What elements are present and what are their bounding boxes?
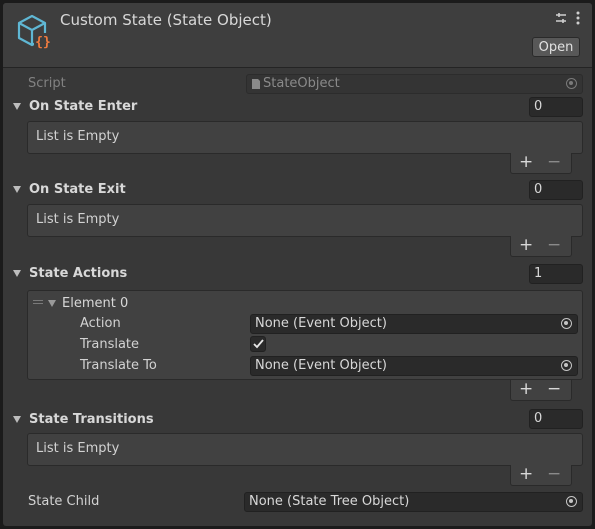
remove-element-button[interactable]: − xyxy=(547,464,561,484)
translate-to-label: Translate To xyxy=(80,358,157,373)
foldout-arrow-icon[interactable] xyxy=(13,186,21,193)
on-state-exit-list: List is Empty xyxy=(27,204,583,237)
translate-label: Translate xyxy=(80,337,140,352)
inspector-panel: {} Custom State (State Object) Open Scri… xyxy=(3,3,592,526)
state-actions-list-footer: + − xyxy=(510,379,572,401)
list-empty-text: List is Empty xyxy=(36,441,120,456)
add-element-button[interactable]: + xyxy=(519,464,533,484)
element-foldout-arrow-icon[interactable] xyxy=(48,300,56,307)
action-label: Action xyxy=(80,316,121,331)
kebab-menu-icon[interactable] xyxy=(574,10,582,26)
action-field[interactable]: None (Event Object) xyxy=(250,314,578,334)
inspector-title: Custom State (State Object) xyxy=(60,11,272,29)
checkmark-icon xyxy=(253,339,264,349)
script-field: StateObject xyxy=(246,74,583,94)
drag-handle-icon[interactable] xyxy=(33,300,43,306)
state-child-value: None (State Tree Object) xyxy=(249,494,410,509)
on-state-enter-label[interactable]: On State Enter xyxy=(29,99,137,114)
state-actions-label[interactable]: State Actions xyxy=(29,266,127,281)
on-state-enter-list: List is Empty xyxy=(27,121,583,154)
on-state-enter-count[interactable]: 0 xyxy=(529,97,583,117)
remove-element-button[interactable]: − xyxy=(547,379,561,399)
foldout-arrow-icon[interactable] xyxy=(13,416,21,423)
on-state-enter-list-footer: + − xyxy=(510,152,572,174)
remove-element-button[interactable]: − xyxy=(547,152,561,172)
script-value: StateObject xyxy=(263,76,340,91)
state-transitions-list: List is Empty xyxy=(27,433,583,466)
state-object-icon: {} xyxy=(17,14,52,50)
list-empty-text: List is Empty xyxy=(36,212,120,227)
object-picker-icon[interactable] xyxy=(566,496,577,507)
object-picker-icon xyxy=(566,78,577,89)
object-picker-icon[interactable] xyxy=(561,360,572,371)
on-state-exit-count[interactable]: 0 xyxy=(529,180,583,200)
open-button[interactable]: Open xyxy=(532,37,580,57)
state-child-label: State Child xyxy=(28,494,100,509)
script-file-icon xyxy=(252,79,260,89)
state-actions-count[interactable]: 1 xyxy=(529,264,583,284)
on-state-exit-list-footer: + − xyxy=(510,235,572,257)
foldout-arrow-icon[interactable] xyxy=(13,103,21,110)
translate-to-value: None (Event Object) xyxy=(255,358,387,373)
action-value: None (Event Object) xyxy=(255,316,387,331)
svg-text:{}: {} xyxy=(35,35,51,50)
inspector-header: {} Custom State (State Object) Open xyxy=(3,3,592,68)
script-label: Script xyxy=(28,76,66,91)
object-picker-icon[interactable] xyxy=(561,318,572,329)
state-transitions-count[interactable]: 0 xyxy=(529,409,583,429)
state-child-field[interactable]: None (State Tree Object) xyxy=(244,492,583,512)
element-0-label[interactable]: Element 0 xyxy=(62,296,128,311)
remove-element-button[interactable]: − xyxy=(547,235,561,255)
add-element-button[interactable]: + xyxy=(519,235,533,255)
state-transitions-list-footer: + − xyxy=(510,464,572,486)
translate-to-field[interactable]: None (Event Object) xyxy=(250,356,578,376)
tool-icon[interactable] xyxy=(554,11,568,25)
add-element-button[interactable]: + xyxy=(519,152,533,172)
add-element-button[interactable]: + xyxy=(519,379,533,399)
foldout-arrow-icon[interactable] xyxy=(13,270,21,277)
translate-checkbox[interactable] xyxy=(250,336,266,352)
list-empty-text: List is Empty xyxy=(36,129,120,144)
state-transitions-label[interactable]: State Transitions xyxy=(29,412,154,427)
on-state-exit-label[interactable]: On State Exit xyxy=(29,182,126,197)
